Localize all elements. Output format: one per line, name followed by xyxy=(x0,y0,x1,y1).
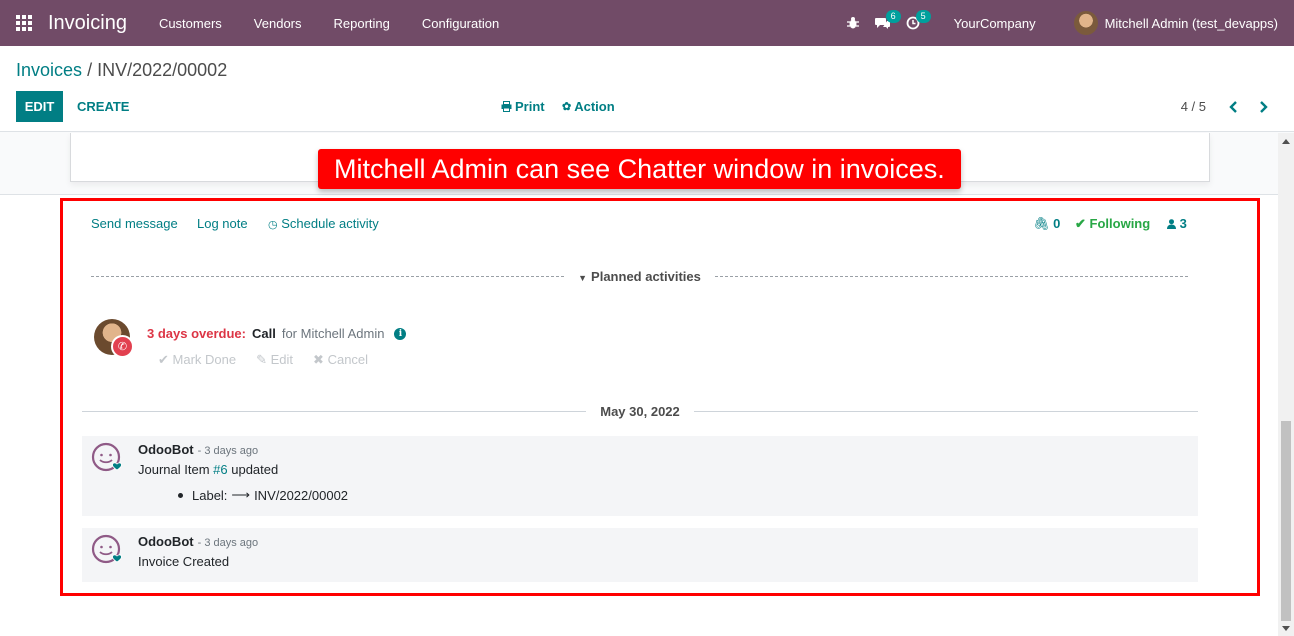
apps-menu-icon[interactable] xyxy=(0,0,48,46)
odoobot-avatar xyxy=(91,442,122,472)
activity-actions: ✔ Mark Done ✎ Edit ✖ Cancel xyxy=(158,352,388,368)
pager-value[interactable]: 4 / 5 xyxy=(1181,91,1206,122)
breadcrumb-current: INV/2022/00002 xyxy=(97,60,228,80)
messaging-chat-icon[interactable]: 6 xyxy=(868,0,901,46)
top-navbar: Invoicing Customers Vendors Reporting Co… xyxy=(0,0,1294,46)
followers-count: 3 xyxy=(1179,216,1187,231)
menu-customers[interactable]: Customers xyxy=(143,16,238,31)
caret-down-icon: ▼ xyxy=(578,272,588,283)
print-button[interactable]: Print xyxy=(501,91,545,122)
planned-activities-separator[interactable]: ▼ Planned activities xyxy=(91,267,1188,285)
following-label: Following xyxy=(1089,216,1151,231)
message-date: - 3 days ago xyxy=(197,537,259,549)
breadcrumb: Invoices / INV/2022/00002 xyxy=(16,60,227,81)
arrow-right-icon: ⟶ xyxy=(231,487,251,502)
pager-next-icon[interactable] xyxy=(1258,91,1268,122)
mark-done-button[interactable]: ✔ Mark Done xyxy=(158,352,236,368)
send-message-button[interactable]: Send message xyxy=(91,216,178,231)
scrollbar-thumb[interactable] xyxy=(1281,421,1291,621)
scroll-up-arrow-icon[interactable] xyxy=(1282,139,1290,144)
vertical-scrollbar[interactable] xyxy=(1278,133,1294,636)
edit-button[interactable]: EDIT xyxy=(16,91,63,122)
tracking-change: Label: ⟶ INV/2022/00002 xyxy=(178,487,348,503)
activity-clock-icon[interactable]: 5 xyxy=(898,0,931,46)
activity-assignee: for Mitchell Admin xyxy=(281,326,385,341)
user-name: Mitchell Admin (test_devapps) xyxy=(1104,15,1278,31)
company-switcher[interactable]: YourCompany xyxy=(954,16,1036,31)
activity-overdue: 3 days overdue: xyxy=(147,326,246,341)
clock-icon: ◷ xyxy=(268,219,278,231)
activities-badge: 5 xyxy=(915,10,931,23)
control-panel: Invoices / INV/2022/00002 EDIT CREATE Pr… xyxy=(0,46,1294,132)
create-button[interactable]: CREATE xyxy=(77,91,129,122)
pencil-icon: ✎ xyxy=(256,352,268,367)
check-icon: ✔ xyxy=(158,352,169,367)
tracking-field-label: Label: xyxy=(192,487,228,503)
following-button[interactable]: ✔ Following xyxy=(1075,216,1150,232)
attachments-count: 0 xyxy=(1053,216,1061,231)
annotation-banner: Mitchell Admin can see Chatter window in… xyxy=(318,149,961,189)
planned-activities-title[interactable]: ▼ Planned activities xyxy=(564,269,715,284)
user-menu[interactable]: Mitchell Admin (test_devapps) xyxy=(1073,11,1278,35)
avatar xyxy=(1073,11,1098,35)
menu-reporting[interactable]: Reporting xyxy=(318,16,406,31)
message-item[interactable]: OdooBot - 3 days ago Invoice Created xyxy=(82,528,1198,582)
breadcrumb-invoices[interactable]: Invoices xyxy=(16,60,82,80)
gear-icon: ✿ xyxy=(562,101,572,113)
debug-bug-icon[interactable] xyxy=(838,0,868,46)
info-icon[interactable]: i xyxy=(394,327,407,340)
app-title[interactable]: Invoicing xyxy=(48,12,127,35)
journal-item-link[interactable]: #6 xyxy=(213,462,227,477)
message-author[interactable]: OdooBot - 3 days ago xyxy=(138,534,258,549)
print-label: Print xyxy=(515,99,545,114)
activity-type: Call xyxy=(252,326,276,341)
paperclip-icon: 🖇 xyxy=(1033,216,1050,231)
message-body: Journal Item #6 updated xyxy=(138,462,279,477)
phone-icon: ✆ xyxy=(111,335,134,358)
action-button[interactable]: ✿ Action xyxy=(562,91,615,122)
check-icon: ✔ xyxy=(1075,216,1086,231)
date-separator: May 30, 2022 xyxy=(82,402,1199,420)
scroll-down-arrow-icon[interactable] xyxy=(1282,626,1290,631)
schedule-activity-label: Schedule activity xyxy=(281,216,379,231)
tracking-new-value: INV/2022/00002 xyxy=(254,487,349,503)
activity-summary: 3 days overdue: Call for Mitchell Admin … xyxy=(147,326,407,341)
message-date: - 3 days ago xyxy=(197,445,259,457)
menu-configuration[interactable]: Configuration xyxy=(406,16,515,31)
breadcrumb-separator: / xyxy=(87,60,93,80)
followers-button[interactable]: 3 xyxy=(1167,216,1187,231)
pager-previous-icon[interactable] xyxy=(1229,91,1239,122)
date-separator-label: May 30, 2022 xyxy=(600,403,680,419)
message-author[interactable]: OdooBot - 3 days ago xyxy=(138,442,258,457)
print-icon xyxy=(501,101,512,112)
message-body: Invoice Created xyxy=(138,554,230,569)
close-icon: ✖ xyxy=(313,352,324,367)
chatter-topbar: Send message Log note ◷ Schedule activit… xyxy=(91,216,1188,234)
action-label: Action xyxy=(574,99,615,114)
odoobot-avatar xyxy=(91,534,122,564)
schedule-activity-button[interactable]: ◷ Schedule activity xyxy=(268,216,379,231)
log-note-button[interactable]: Log note xyxy=(197,216,248,231)
activity-edit-button[interactable]: ✎ Edit xyxy=(256,352,293,368)
menu-vendors[interactable]: Vendors xyxy=(238,16,318,31)
activity-cancel-button[interactable]: ✖ Cancel xyxy=(313,352,368,368)
user-icon xyxy=(1167,219,1176,229)
message-item[interactable]: OdooBot - 3 days ago Journal Item #6 upda… xyxy=(82,436,1198,516)
attachments-button[interactable]: 🖇 0 xyxy=(1033,216,1060,232)
